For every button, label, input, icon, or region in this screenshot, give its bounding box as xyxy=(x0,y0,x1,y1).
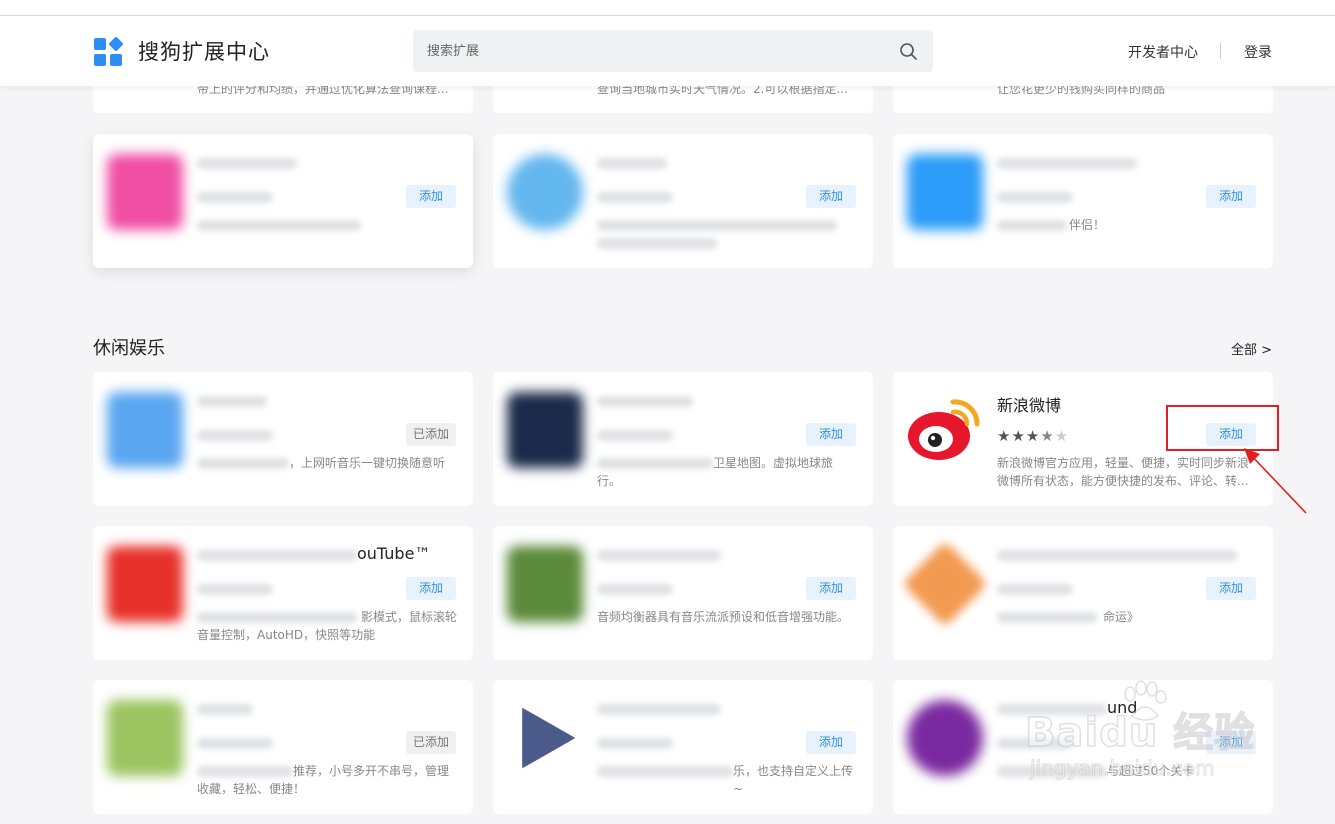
add-button[interactable]: 添加 xyxy=(406,577,456,600)
section-title: 休闲娱乐 xyxy=(93,338,165,359)
extension-card[interactable]: 卫星地图。虚拟地球旅行。 添加 xyxy=(493,372,873,506)
extension-icon xyxy=(107,392,183,468)
blurred-rating xyxy=(197,584,273,595)
blurred-title xyxy=(197,704,253,715)
extension-description: 伴侣！ xyxy=(1069,218,1106,232)
extension-description: 乐，也支持自定义上传~ xyxy=(733,764,854,796)
extension-icon xyxy=(507,392,583,468)
blurred-description xyxy=(597,238,717,249)
blurred-title xyxy=(997,158,1137,169)
blurred-title xyxy=(197,158,297,169)
extension-card[interactable]: 乐，也支持自定义上传~ 添加 xyxy=(493,680,873,814)
extension-description: 影模式，鼠标滚轮音量控制，AutoHD，快照等功能 xyxy=(197,610,457,642)
search-input[interactable] xyxy=(413,30,883,72)
site-logo-text[interactable]: 搜狗扩展中心 xyxy=(138,36,270,66)
blurred-description xyxy=(197,458,289,469)
blurred-rating xyxy=(597,192,673,203)
site-header: 搜狗扩展中心 开发者中心 登录 xyxy=(0,16,1335,86)
extension-card[interactable]: ouTube™ 影模式，鼠标滚轮音量控制，AutoHD，快照等功能 添加 xyxy=(93,526,473,660)
blurred-title xyxy=(197,396,267,407)
extension-card[interactable]: 推荐，小号多开不串号，管理收藏，轻松、便捷！ 已添加 xyxy=(93,680,473,814)
annotation-arrow-icon xyxy=(1244,448,1307,514)
add-button[interactable]: 添加 xyxy=(1206,185,1256,208)
extension-description: 音频均衡器具有音乐流派预设和低音增强功能。 xyxy=(597,610,850,624)
blurred-title xyxy=(997,550,1237,561)
blurred-rating xyxy=(197,192,273,203)
extension-title: 新浪微博 xyxy=(997,396,1062,415)
blurred-description xyxy=(197,220,361,231)
blurred-rating xyxy=(997,192,1073,203)
extension-icon xyxy=(907,700,983,776)
add-button[interactable]: 添加 xyxy=(1206,577,1256,600)
extension-card[interactable]: 添加 xyxy=(93,134,473,268)
add-button[interactable]: 添加 xyxy=(806,731,856,754)
extension-icon xyxy=(107,546,183,622)
search-box[interactable] xyxy=(413,30,933,72)
extension-icon xyxy=(107,700,183,776)
extension-card[interactable]: 添加 xyxy=(493,134,873,268)
developer-center-link[interactable]: 开发者中心 xyxy=(1128,42,1198,62)
weibo-icon xyxy=(908,399,980,460)
blurred-description xyxy=(597,766,733,777)
watermark-brand: Baidu 经验 xyxy=(1024,709,1256,757)
blurred-rating xyxy=(597,430,673,441)
blurred-rating xyxy=(197,738,273,749)
see-all-link[interactable]: 全部 > xyxy=(1231,339,1272,358)
added-button[interactable]: 已添加 xyxy=(406,731,456,754)
rating-stars: ★★★★★ xyxy=(997,427,1070,445)
blurred-rating xyxy=(197,430,273,441)
add-button[interactable]: 添加 xyxy=(806,577,856,600)
extension-description: 命运》 xyxy=(1103,610,1140,624)
extension-icon xyxy=(507,546,583,622)
extension-card[interactable]: 伴侣！ 添加 xyxy=(893,134,1273,268)
blurred-description xyxy=(997,612,1097,623)
watermark-url: jingyan.baidu.com xyxy=(1030,756,1216,781)
search-icon[interactable] xyxy=(899,42,917,60)
blurred-rating xyxy=(597,584,673,595)
extension-description: ，上网听音乐一键切换随意听 xyxy=(289,456,446,470)
add-button[interactable]: 添加 xyxy=(806,185,856,208)
added-button[interactable]: 已添加 xyxy=(406,423,456,446)
extension-card[interactable]: 音频均衡器具有音乐流派预设和低音增强功能。 添加 xyxy=(493,526,873,660)
extension-description: 推荐，小号多开不串号，管理收藏，轻松、便捷！ xyxy=(197,764,450,796)
blurred-title xyxy=(597,158,667,169)
extension-icon xyxy=(107,154,183,230)
annotation-highlight-box xyxy=(1166,405,1279,451)
nav-divider xyxy=(1220,43,1221,59)
blurred-description xyxy=(997,220,1067,231)
blurred-title xyxy=(597,396,693,407)
extension-icon xyxy=(902,541,988,627)
extension-icon xyxy=(507,154,583,230)
add-button[interactable]: 添加 xyxy=(806,423,856,446)
extension-card[interactable]: ，上网听音乐一键切换随意听 已添加 xyxy=(93,372,473,506)
extension-icon xyxy=(522,707,576,769)
extension-card[interactable]: 命运》 添加 xyxy=(893,526,1273,660)
extension-icon xyxy=(907,154,983,230)
login-link[interactable]: 登录 xyxy=(1244,42,1272,62)
baidu-watermark: Baidu 经验 jingyan.baidu.com xyxy=(1020,680,1280,790)
add-button[interactable]: 添加 xyxy=(406,185,456,208)
browser-top-strip xyxy=(0,0,1335,16)
extension-description: 卫星地图。虚拟地球旅行。 xyxy=(597,456,834,488)
blurred-description xyxy=(597,220,837,231)
logo-icon[interactable] xyxy=(94,36,124,66)
extension-description: 新浪微博官方应用，轻量、便捷，实时同步新浪微博所有状态，能方便快捷的发布、评论、… xyxy=(997,456,1250,488)
blurred-title xyxy=(197,550,357,561)
blurred-rating xyxy=(997,584,1073,595)
extension-title: ouTube™ xyxy=(357,544,431,563)
blurred-title xyxy=(597,550,721,561)
blurred-rating xyxy=(597,738,673,749)
blurred-title xyxy=(597,704,721,715)
